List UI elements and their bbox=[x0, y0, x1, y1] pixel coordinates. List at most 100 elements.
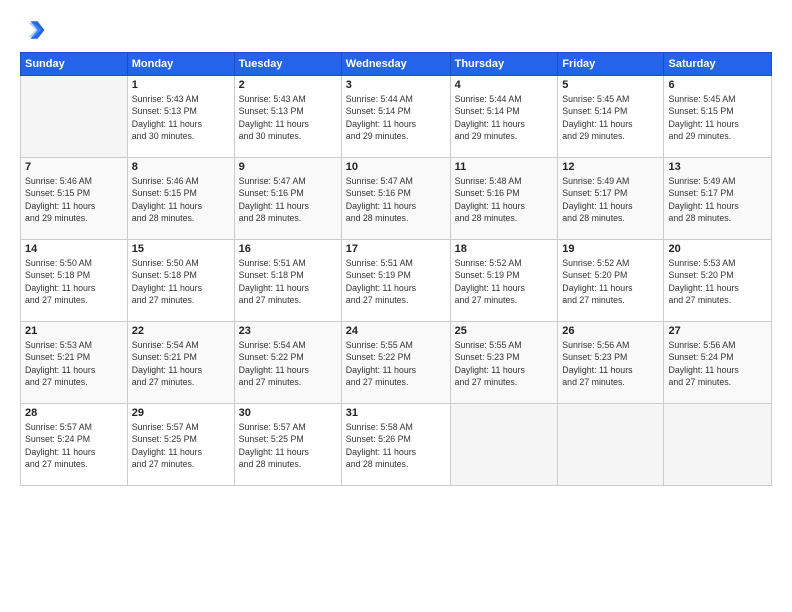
day-info: Sunrise: 5:45 AM Sunset: 5:15 PM Dayligh… bbox=[668, 93, 767, 142]
day-info: Sunrise: 5:49 AM Sunset: 5:17 PM Dayligh… bbox=[562, 175, 659, 224]
calendar-cell: 9 Sunrise: 5:47 AM Sunset: 5:16 PM Daylig… bbox=[234, 158, 341, 240]
day-info: Sunrise: 5:54 AM Sunset: 5:21 PM Dayligh… bbox=[132, 339, 230, 388]
day-number: 12 bbox=[562, 161, 659, 173]
calendar-cell: 22 Sunrise: 5:54 AM Sunset: 5:21 PM Dayli… bbox=[127, 322, 234, 404]
calendar-header: SundayMondayTuesdayWednesdayThursdayFrid… bbox=[21, 53, 772, 76]
day-number: 11 bbox=[455, 161, 554, 173]
calendar-cell: 7 Sunrise: 5:46 AM Sunset: 5:15 PM Daylig… bbox=[21, 158, 128, 240]
day-number: 15 bbox=[132, 243, 230, 255]
day-info: Sunrise: 5:46 AM Sunset: 5:15 PM Dayligh… bbox=[132, 175, 230, 224]
weekday-header: Monday bbox=[127, 53, 234, 76]
weekday-header: Thursday bbox=[450, 53, 558, 76]
day-info: Sunrise: 5:49 AM Sunset: 5:17 PM Dayligh… bbox=[668, 175, 767, 224]
calendar-week-row: 1 Sunrise: 5:43 AM Sunset: 5:13 PM Daylig… bbox=[21, 76, 772, 158]
calendar-cell: 30 Sunrise: 5:57 AM Sunset: 5:25 PM Dayli… bbox=[234, 404, 341, 486]
day-number: 14 bbox=[25, 243, 123, 255]
day-number: 21 bbox=[25, 325, 123, 337]
day-number: 7 bbox=[25, 161, 123, 173]
day-info: Sunrise: 5:43 AM Sunset: 5:13 PM Dayligh… bbox=[239, 93, 337, 142]
day-info: Sunrise: 5:43 AM Sunset: 5:13 PM Dayligh… bbox=[132, 93, 230, 142]
day-number: 5 bbox=[562, 79, 659, 91]
day-info: Sunrise: 5:54 AM Sunset: 5:22 PM Dayligh… bbox=[239, 339, 337, 388]
calendar-cell: 5 Sunrise: 5:45 AM Sunset: 5:14 PM Daylig… bbox=[558, 76, 664, 158]
day-number: 25 bbox=[455, 325, 554, 337]
day-number: 17 bbox=[346, 243, 446, 255]
calendar-cell: 16Sunrise: 5:51 AM Sunset: 5:18 PM Dayli… bbox=[234, 240, 341, 322]
day-number: 9 bbox=[239, 161, 337, 173]
calendar-cell: 25 Sunrise: 5:55 AM Sunset: 5:23 PM Dayli… bbox=[450, 322, 558, 404]
day-number: 13 bbox=[668, 161, 767, 173]
day-number: 18 bbox=[455, 243, 554, 255]
calendar-cell bbox=[558, 404, 664, 486]
calendar-cell: 17 Sunrise: 5:51 AM Sunset: 5:19 PM Dayli… bbox=[341, 240, 450, 322]
day-number: 20 bbox=[668, 243, 767, 255]
header bbox=[20, 16, 772, 44]
page: SundayMondayTuesdayWednesdayThursdayFrid… bbox=[0, 0, 792, 612]
calendar-cell: 11 Sunrise: 5:48 AM Sunset: 5:16 PM Dayli… bbox=[450, 158, 558, 240]
calendar-cell bbox=[664, 404, 772, 486]
calendar-cell: 29Sunrise: 5:57 AM Sunset: 5:25 PM Dayli… bbox=[127, 404, 234, 486]
weekday-header: Wednesday bbox=[341, 53, 450, 76]
weekday-header: Friday bbox=[558, 53, 664, 76]
day-number: 31 bbox=[346, 407, 446, 419]
day-info: Sunrise: 5:47 AM Sunset: 5:16 PM Dayligh… bbox=[239, 175, 337, 224]
day-info: Sunrise: 5:50 AM Sunset: 5:18 PM Dayligh… bbox=[25, 257, 123, 306]
calendar-cell: 13 Sunrise: 5:49 AM Sunset: 5:17 PM Dayli… bbox=[664, 158, 772, 240]
weekday-row: SundayMondayTuesdayWednesdayThursdayFrid… bbox=[21, 53, 772, 76]
day-info: Sunrise: 5:58 AM Sunset: 5:26 PM Dayligh… bbox=[346, 421, 446, 470]
day-info: Sunrise: 5:51 AM Sunset: 5:18 PM Dayligh… bbox=[239, 257, 337, 306]
day-number: 22 bbox=[132, 325, 230, 337]
day-number: 23 bbox=[239, 325, 337, 337]
day-number: 24 bbox=[346, 325, 446, 337]
calendar-cell: 26 Sunrise: 5:56 AM Sunset: 5:23 PM Dayli… bbox=[558, 322, 664, 404]
day-info: Sunrise: 5:48 AM Sunset: 5:16 PM Dayligh… bbox=[455, 175, 554, 224]
calendar-cell: 19 Sunrise: 5:52 AM Sunset: 5:20 PM Dayli… bbox=[558, 240, 664, 322]
day-info: Sunrise: 5:57 AM Sunset: 5:24 PM Dayligh… bbox=[25, 421, 123, 470]
calendar-cell: 31 Sunrise: 5:58 AM Sunset: 5:26 PM Dayli… bbox=[341, 404, 450, 486]
day-info: Sunrise: 5:52 AM Sunset: 5:20 PM Dayligh… bbox=[562, 257, 659, 306]
day-number: 6 bbox=[668, 79, 767, 91]
day-info: Sunrise: 5:53 AM Sunset: 5:20 PM Dayligh… bbox=[668, 257, 767, 306]
day-info: Sunrise: 5:50 AM Sunset: 5:18 PM Dayligh… bbox=[132, 257, 230, 306]
calendar-cell: 3 Sunrise: 5:44 AM Sunset: 5:14 PM Daylig… bbox=[341, 76, 450, 158]
day-number: 19 bbox=[562, 243, 659, 255]
day-number: 1 bbox=[132, 79, 230, 91]
day-number: 30 bbox=[239, 407, 337, 419]
calendar-cell: 24 Sunrise: 5:55 AM Sunset: 5:22 PM Dayli… bbox=[341, 322, 450, 404]
calendar-week-row: 28Sunrise: 5:57 AM Sunset: 5:24 PM Dayli… bbox=[21, 404, 772, 486]
logo-icon bbox=[20, 16, 48, 44]
calendar-cell: 27 Sunrise: 5:56 AM Sunset: 5:24 PM Dayli… bbox=[664, 322, 772, 404]
day-info: Sunrise: 5:57 AM Sunset: 5:25 PM Dayligh… bbox=[132, 421, 230, 470]
day-info: Sunrise: 5:55 AM Sunset: 5:23 PM Dayligh… bbox=[455, 339, 554, 388]
calendar-cell: 10 Sunrise: 5:47 AM Sunset: 5:16 PM Dayli… bbox=[341, 158, 450, 240]
day-info: Sunrise: 5:55 AM Sunset: 5:22 PM Dayligh… bbox=[346, 339, 446, 388]
day-number: 4 bbox=[455, 79, 554, 91]
day-info: Sunrise: 5:47 AM Sunset: 5:16 PM Dayligh… bbox=[346, 175, 446, 224]
calendar-cell bbox=[450, 404, 558, 486]
calendar-cell: 28Sunrise: 5:57 AM Sunset: 5:24 PM Dayli… bbox=[21, 404, 128, 486]
calendar-body: 1 Sunrise: 5:43 AM Sunset: 5:13 PM Daylig… bbox=[21, 76, 772, 486]
day-info: Sunrise: 5:46 AM Sunset: 5:15 PM Dayligh… bbox=[25, 175, 123, 224]
day-info: Sunrise: 5:51 AM Sunset: 5:19 PM Dayligh… bbox=[346, 257, 446, 306]
calendar-cell: 21Sunrise: 5:53 AM Sunset: 5:21 PM Dayli… bbox=[21, 322, 128, 404]
calendar-cell: 23 Sunrise: 5:54 AM Sunset: 5:22 PM Dayli… bbox=[234, 322, 341, 404]
day-number: 3 bbox=[346, 79, 446, 91]
weekday-header: Tuesday bbox=[234, 53, 341, 76]
day-info: Sunrise: 5:56 AM Sunset: 5:23 PM Dayligh… bbox=[562, 339, 659, 388]
calendar-cell: 12 Sunrise: 5:49 AM Sunset: 5:17 PM Dayli… bbox=[558, 158, 664, 240]
day-number: 10 bbox=[346, 161, 446, 173]
day-number: 2 bbox=[239, 79, 337, 91]
calendar-cell: 6 Sunrise: 5:45 AM Sunset: 5:15 PM Daylig… bbox=[664, 76, 772, 158]
calendar-cell: 2 Sunrise: 5:43 AM Sunset: 5:13 PM Daylig… bbox=[234, 76, 341, 158]
calendar-cell: 20 Sunrise: 5:53 AM Sunset: 5:20 PM Dayli… bbox=[664, 240, 772, 322]
day-number: 26 bbox=[562, 325, 659, 337]
day-number: 27 bbox=[668, 325, 767, 337]
calendar-cell: 1 Sunrise: 5:43 AM Sunset: 5:13 PM Daylig… bbox=[127, 76, 234, 158]
calendar-cell: 18 Sunrise: 5:52 AM Sunset: 5:19 PM Dayli… bbox=[450, 240, 558, 322]
day-info: Sunrise: 5:56 AM Sunset: 5:24 PM Dayligh… bbox=[668, 339, 767, 388]
day-info: Sunrise: 5:45 AM Sunset: 5:14 PM Dayligh… bbox=[562, 93, 659, 142]
logo bbox=[20, 16, 52, 44]
day-info: Sunrise: 5:57 AM Sunset: 5:25 PM Dayligh… bbox=[239, 421, 337, 470]
day-info: Sunrise: 5:52 AM Sunset: 5:19 PM Dayligh… bbox=[455, 257, 554, 306]
day-info: Sunrise: 5:44 AM Sunset: 5:14 PM Dayligh… bbox=[346, 93, 446, 142]
